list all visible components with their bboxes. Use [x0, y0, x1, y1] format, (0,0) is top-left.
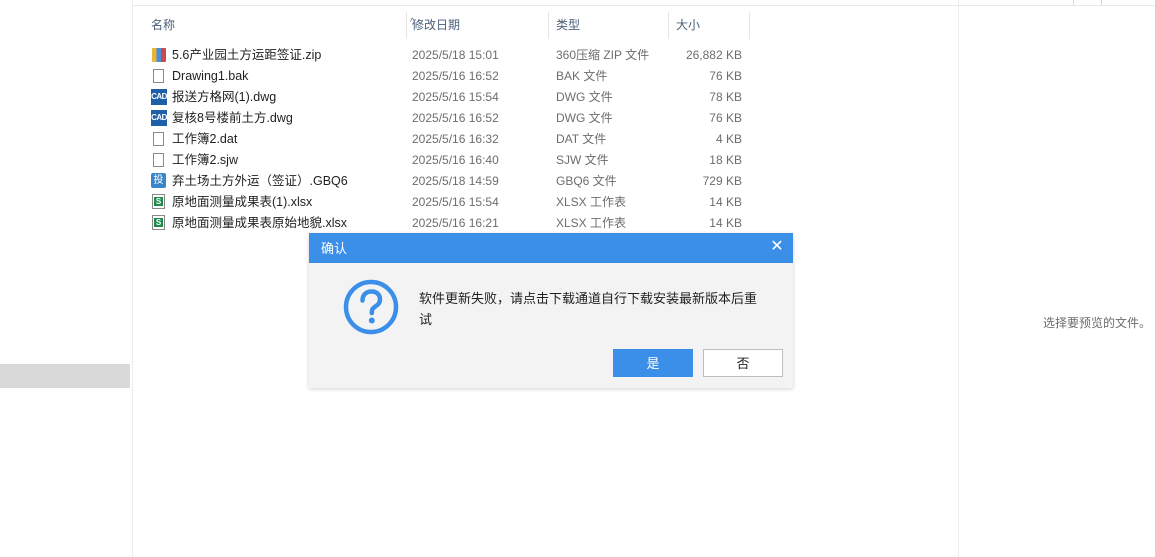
file-date: 2025/5/16 15:54: [412, 90, 499, 104]
file-row[interactable]: Drawing1.bak 2025/5/16 16:52 BAK 文件 76 K…: [140, 66, 760, 87]
file-size: 26,882 KB: [685, 48, 742, 62]
file-size: 76 KB: [709, 111, 742, 125]
column-header-date[interactable]: 修改日期: [404, 12, 549, 39]
file-list: 5.6产业园土方运距签证.zip 2025/5/18 15:01 360压缩 Z…: [140, 45, 760, 234]
file-explorer-window: ^ 名称 修改日期 类型 大小 5.6产业园土方运距签证.zip 2025/5/…: [0, 0, 1155, 557]
document-icon: [151, 152, 167, 168]
file-date: 2025/5/16 16:21: [412, 216, 499, 230]
nav-selected-item[interactable]: [0, 364, 130, 388]
file-type: BAK 文件: [556, 69, 608, 83]
gbq-file-icon: 投: [151, 173, 167, 189]
file-row[interactable]: 投 弃土场土方外运（签证）.GBQ6 2025/5/18 14:59 GBQ6 …: [140, 171, 760, 192]
address-bar-separator: [1073, 0, 1074, 5]
close-icon[interactable]: ✕: [769, 239, 785, 255]
file-size: 4 KB: [715, 132, 742, 146]
file-date: 2025/5/18 15:01: [412, 48, 499, 62]
file-name: Drawing1.bak: [172, 69, 249, 83]
file-name: 原地面测量成果表原始地貌.xlsx: [172, 216, 348, 230]
file-type: GBQ6 文件: [556, 174, 617, 188]
file-type: DWG 文件: [556, 111, 613, 125]
file-row[interactable]: 原地面测量成果表原始地貌.xlsx 2025/5/16 16:21 XLSX 工…: [140, 213, 760, 234]
spreadsheet-icon: [151, 215, 167, 231]
file-size: 729 KB: [702, 174, 742, 188]
file-name: 工作簿2.sjw: [172, 153, 238, 167]
file-type: DWG 文件: [556, 90, 613, 104]
file-name: 5.6产业园土方运距签证.zip: [172, 48, 322, 62]
file-row[interactable]: CAD 复核8号楼前土方.dwg 2025/5/16 16:52 DWG 文件 …: [140, 108, 760, 129]
address-bar-strip: [133, 0, 1155, 6]
document-icon: [151, 131, 167, 147]
file-type: SJW 文件: [556, 153, 609, 167]
file-name: 复核8号楼前土方.dwg: [172, 111, 293, 125]
file-size: 18 KB: [709, 153, 742, 167]
nav-pane-divider[interactable]: [132, 0, 133, 557]
file-size: 14 KB: [709, 195, 742, 209]
dialog-titlebar[interactable]: 确认 ✕: [309, 233, 793, 263]
file-date: 2025/5/18 14:59: [412, 174, 499, 188]
confirm-dialog: 确认 ✕ 软件更新失败，请点击下载通道自行下载安装最新版本后重试 是 否: [309, 233, 793, 388]
file-name: 工作簿2.dat: [172, 132, 238, 146]
file-row[interactable]: 工作簿2.dat 2025/5/16 16:32 DAT 文件 4 KB: [140, 129, 760, 150]
column-header-type[interactable]: 类型: [548, 12, 669, 39]
file-date: 2025/5/16 16:40: [412, 153, 499, 167]
file-row[interactable]: 工作簿2.sjw 2025/5/16 16:40 SJW 文件 18 KB: [140, 150, 760, 171]
file-type: XLSX 工作表: [556, 195, 627, 209]
file-size: 14 KB: [709, 216, 742, 230]
file-name: 报送方格网(1).dwg: [172, 90, 277, 104]
file-date: 2025/5/16 16:32: [412, 132, 499, 146]
file-size: 76 KB: [709, 69, 742, 83]
file-row[interactable]: 原地面测量成果表(1).xlsx 2025/5/16 15:54 XLSX 工作…: [140, 192, 760, 213]
no-button[interactable]: 否: [703, 349, 783, 377]
file-row[interactable]: 5.6产业园土方运距签证.zip 2025/5/18 15:01 360压缩 Z…: [140, 45, 760, 66]
question-icon: [343, 279, 399, 335]
column-header-name[interactable]: 名称: [143, 12, 407, 39]
search-bar-separator: [1101, 0, 1102, 5]
file-name: 弃土场土方外运（签证）.GBQ6: [172, 174, 348, 188]
file-size: 78 KB: [709, 90, 742, 104]
file-type: 360压缩 ZIP 文件: [556, 48, 650, 62]
column-header-size[interactable]: 大小: [668, 12, 750, 39]
cad-file-icon: CAD: [151, 89, 167, 105]
document-icon: [151, 68, 167, 84]
preview-empty-message: 选择要预览的文件。: [1043, 316, 1152, 330]
file-date: 2025/5/16 15:54: [412, 195, 499, 209]
file-date: 2025/5/16 16:52: [412, 111, 499, 125]
dialog-message: 软件更新失败，请点击下载通道自行下载安装最新版本后重试: [419, 291, 758, 327]
file-name: 原地面测量成果表(1).xlsx: [172, 195, 313, 209]
zip-archive-icon: [151, 47, 167, 63]
cad-file-icon: CAD: [151, 110, 167, 126]
navigation-pane[interactable]: [0, 0, 130, 557]
dialog-title: 确认: [321, 241, 348, 256]
file-type: XLSX 工作表: [556, 216, 627, 230]
spreadsheet-icon: [151, 194, 167, 210]
file-date: 2025/5/16 16:52: [412, 69, 499, 83]
file-row[interactable]: CAD 报送方格网(1).dwg 2025/5/16 15:54 DWG 文件 …: [140, 87, 760, 108]
file-type: DAT 文件: [556, 132, 607, 146]
yes-button[interactable]: 是: [613, 349, 693, 377]
preview-pane-divider[interactable]: [958, 0, 959, 557]
column-header-row: ^ 名称 修改日期 类型 大小: [140, 12, 760, 39]
